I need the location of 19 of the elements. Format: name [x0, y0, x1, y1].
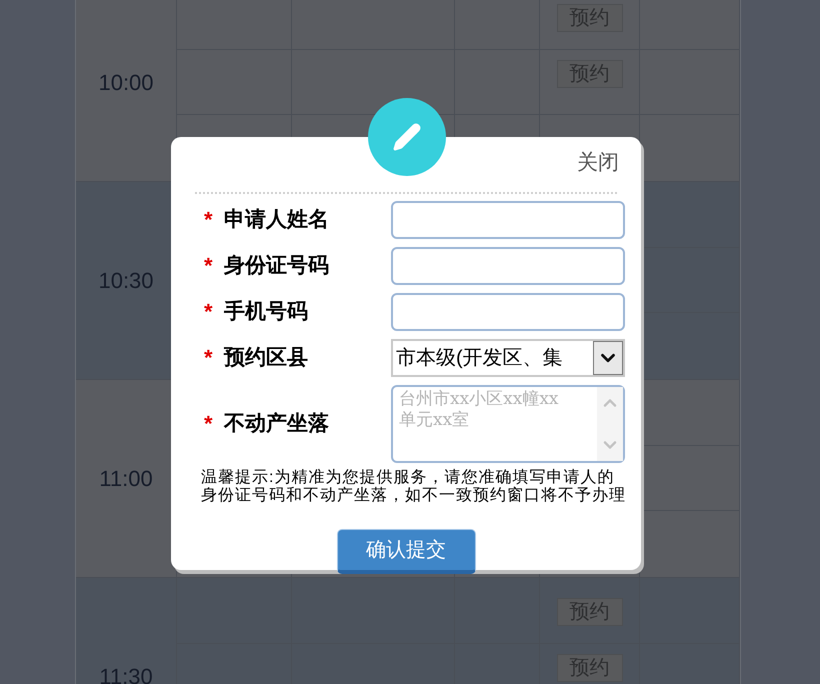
submit-button[interactable]: 确认提交 [336, 529, 476, 574]
required-mark: * [204, 413, 214, 435]
field-label: 不动产坐落 [224, 411, 330, 438]
time-cell: 11:30 [76, 578, 177, 684]
text-field[interactable] [391, 201, 625, 239]
field-label: 预约区县 [224, 345, 309, 372]
text-field[interactable] [391, 247, 625, 285]
required-mark: * [204, 301, 214, 323]
field-label: 申请人姓名 [224, 207, 330, 234]
notice-text: 温馨提示:为精准为您提供服务，请您准确填写申请人的身份证号码和不动产坐落，如不一致预约窗口将不予办理 [201, 469, 627, 505]
close-button[interactable]: 关闭 [577, 150, 619, 176]
text-field[interactable] [391, 293, 625, 331]
field-label: 身份证号码 [224, 253, 330, 280]
required-mark: * [204, 255, 214, 277]
district-select[interactable]: 市本级(开发区、集 [391, 339, 625, 377]
dropdown-icon[interactable] [593, 341, 623, 375]
required-mark: * [204, 209, 214, 231]
field-label: 手机号码 [224, 299, 309, 326]
required-mark: * [204, 347, 214, 369]
